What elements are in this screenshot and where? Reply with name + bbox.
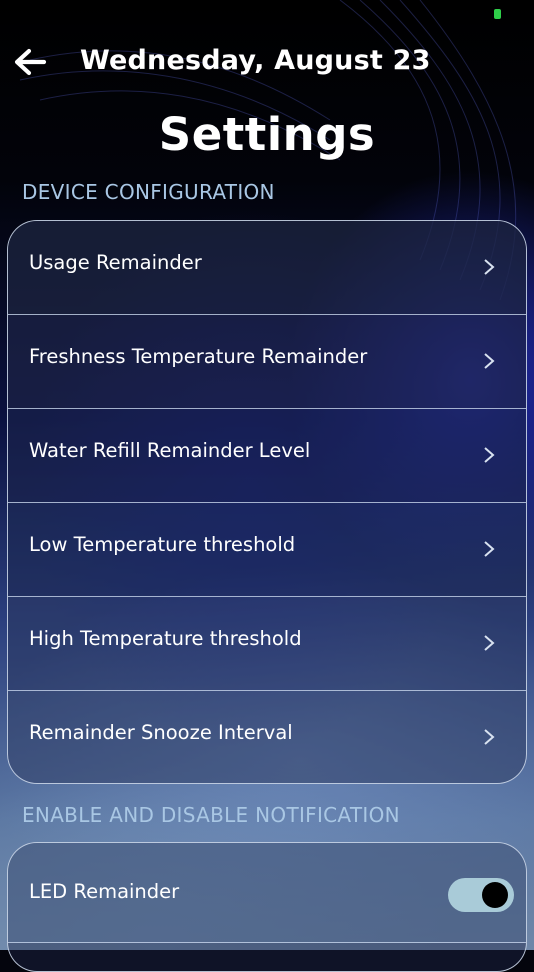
setting-row-label: Remainder Snooze Interval: [29, 721, 293, 744]
chevron-right-icon: [484, 541, 495, 557]
notifications-card: LED Remainder: [7, 842, 527, 972]
header-date: Wednesday, August 23: [80, 45, 431, 76]
notification-row-led-remainder: LED Remainder: [8, 843, 526, 943]
led-remainder-toggle[interactable]: [448, 878, 514, 912]
setting-row-label: High Temperature threshold: [29, 627, 302, 650]
setting-row-freshness-temperature-remainder[interactable]: Freshness Temperature Remainder: [8, 315, 526, 409]
chevron-right-icon: [484, 635, 495, 651]
setting-row-high-temperature-threshold[interactable]: High Temperature threshold: [8, 597, 526, 691]
chevron-right-icon: [484, 353, 495, 369]
setting-row-low-temperature-threshold[interactable]: Low Temperature threshold: [8, 503, 526, 597]
setting-row-label: Low Temperature threshold: [29, 533, 296, 556]
setting-row-usage-remainder[interactable]: Usage Remainder: [8, 221, 526, 315]
device-configuration-card: Usage Remainder Freshness Temperature Re…: [7, 220, 527, 784]
chevron-right-icon: [484, 729, 495, 745]
section-title-notifications: ENABLE AND DISABLE NOTIFICATION: [22, 803, 400, 827]
back-button[interactable]: [10, 42, 50, 82]
setting-row-water-refill-remainder-level[interactable]: Water Refill Remainder Level: [8, 409, 526, 503]
notification-row-label: LED Remainder: [29, 880, 180, 903]
header: Wednesday, August 23: [0, 38, 534, 86]
setting-row-label: Water Refill Remainder Level: [29, 439, 311, 462]
status-indicator: [494, 9, 501, 19]
section-title-device-configuration: DEVICE CONFIGURATION: [22, 180, 275, 204]
setting-row-remainder-snooze-interval[interactable]: Remainder Snooze Interval: [8, 691, 526, 783]
arrow-left-icon: [14, 48, 47, 76]
setting-row-label: Freshness Temperature Remainder: [29, 345, 368, 368]
page-title: Settings: [158, 108, 376, 161]
setting-row-label: Usage Remainder: [29, 251, 202, 274]
chevron-right-icon: [484, 259, 495, 275]
chevron-right-icon: [484, 447, 495, 463]
toggle-knob: [482, 882, 508, 908]
